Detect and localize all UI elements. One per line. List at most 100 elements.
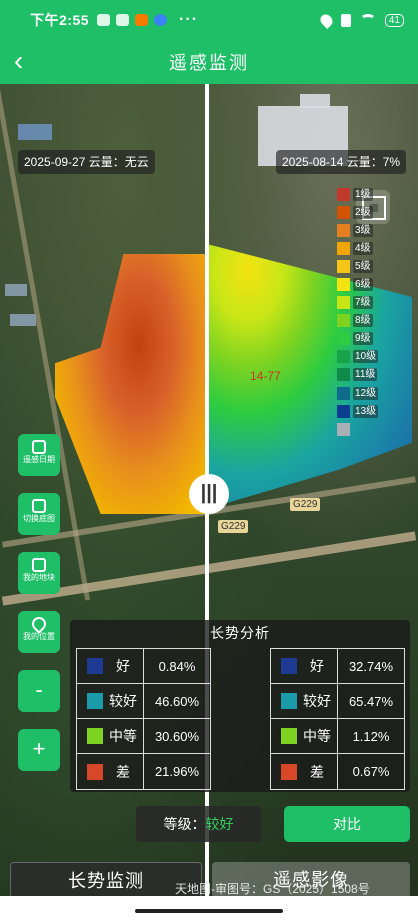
legend-swatch bbox=[337, 422, 350, 436]
page-title: 遥感监测 bbox=[169, 53, 249, 73]
legend-item: 13级 bbox=[337, 402, 383, 420]
table-row: 中等 30.60% bbox=[77, 719, 210, 754]
legend-swatch bbox=[337, 350, 350, 364]
legend-label: 9级 bbox=[353, 332, 373, 346]
legend-item: 12级 bbox=[337, 384, 383, 402]
grade-percentage: 0.84% bbox=[143, 649, 210, 683]
legend-label: 1级 bbox=[353, 187, 373, 201]
field-icon bbox=[32, 558, 46, 572]
mute-icon bbox=[97, 14, 111, 26]
legend-swatch bbox=[337, 386, 350, 400]
table-row: 差 21.96% bbox=[77, 754, 210, 789]
legend-label: 13级 bbox=[353, 404, 379, 418]
legend-label: 7级 bbox=[353, 296, 373, 310]
legend-swatch bbox=[337, 404, 350, 418]
location-status-icon bbox=[317, 11, 335, 29]
map-building bbox=[5, 284, 27, 296]
legend-swatch bbox=[337, 278, 350, 292]
legend-swatch bbox=[337, 368, 350, 382]
legend-swatch bbox=[337, 205, 350, 219]
switch-basemap-button[interactable]: 切换底图 bbox=[18, 493, 60, 535]
legend-label: 2级 bbox=[353, 205, 373, 219]
legend-swatch bbox=[337, 187, 350, 201]
grade-swatch bbox=[87, 763, 103, 780]
legend-label: 3级 bbox=[353, 223, 373, 237]
back-button[interactable]: ‹ bbox=[14, 47, 42, 76]
compare-button[interactable]: 对比 bbox=[284, 806, 410, 842]
legend-item: 6级 bbox=[337, 275, 383, 293]
table-row: 差 0.67% bbox=[271, 754, 404, 789]
table-row: 好 0.84% bbox=[77, 649, 210, 684]
grade-swatch bbox=[281, 658, 297, 674]
legend-swatch bbox=[337, 332, 350, 346]
grade-percentage: 21.96% bbox=[143, 754, 210, 789]
legend-item: 2级 bbox=[337, 203, 383, 221]
grade-percentage: 46.60% bbox=[143, 684, 210, 718]
legend-item: 3级 bbox=[337, 221, 383, 239]
left-image-date: 2025-09-27 云量：无云 bbox=[18, 150, 155, 174]
legend-swatch bbox=[337, 259, 350, 273]
zoom-in-button[interactable]: + bbox=[18, 729, 60, 771]
my-fields-label: 我的地块 bbox=[23, 573, 55, 582]
growth-table-left: 好 0.84% 较好 46.60% 中等 30.60% 差 21.96% bbox=[76, 648, 211, 790]
grade-percentage: 30.60% bbox=[143, 719, 210, 753]
legend-label: 8级 bbox=[353, 314, 373, 328]
switch-basemap-label: 切换底图 bbox=[23, 514, 55, 523]
grade-name: 差 bbox=[116, 763, 130, 780]
my-fields-button[interactable]: 我的地块 bbox=[18, 552, 60, 594]
legend-item bbox=[337, 420, 383, 438]
grade-percentage: 0.67% bbox=[337, 754, 404, 789]
legend-label: 10级 bbox=[353, 350, 379, 364]
legend-item: 1级 bbox=[337, 185, 383, 203]
grade-name: 好 bbox=[310, 658, 324, 674]
grade-swatch bbox=[87, 693, 103, 709]
map-copyright: 天地图-审图号：GS（2025）1508号 bbox=[175, 882, 370, 896]
legend-label: 11级 bbox=[353, 368, 378, 382]
grade-label: 等级： bbox=[163, 816, 206, 832]
legend-label: 12级 bbox=[353, 386, 379, 400]
grade-name: 较好 bbox=[303, 693, 331, 709]
app-notification-icon bbox=[154, 14, 168, 26]
my-location-button[interactable]: 我的位置 bbox=[18, 611, 60, 653]
battery-icon: 41 bbox=[384, 13, 404, 27]
table-row: 好 32.74% bbox=[271, 649, 404, 684]
growth-table-right: 好 32.74% 较好 65.47% 中等 1.12% 差 0.67% bbox=[270, 648, 405, 790]
map-building bbox=[10, 314, 36, 326]
notification-icons bbox=[97, 14, 168, 26]
growth-overlay-left bbox=[55, 254, 207, 514]
grade-name: 较好 bbox=[109, 693, 137, 709]
mi-app-icon bbox=[135, 14, 149, 26]
compare-slider-handle[interactable]: ||| bbox=[189, 474, 229, 514]
right-image-date: 2025-08-14 云量：7% bbox=[276, 150, 407, 174]
grade-display: 等级：较好 bbox=[136, 806, 261, 842]
map-building bbox=[300, 94, 330, 108]
legend-item: 9级 bbox=[337, 330, 383, 348]
road-label: G229 bbox=[290, 498, 321, 511]
growth-analysis-title: 长势分析 bbox=[210, 625, 270, 641]
grade-name: 中等 bbox=[109, 728, 137, 744]
grade-name: 中等 bbox=[303, 728, 331, 744]
nav-bar: ‹ 遥感监测 bbox=[0, 40, 418, 84]
legend-swatch bbox=[337, 296, 350, 310]
status-time: 下午2:55 bbox=[30, 12, 90, 28]
remote-sensing-date-label: 遥感日期 bbox=[23, 455, 55, 464]
zoom-out-button[interactable]: - bbox=[18, 670, 60, 712]
grade-value: 较好 bbox=[205, 816, 234, 832]
grade-swatch bbox=[281, 728, 297, 744]
home-indicator[interactable] bbox=[135, 909, 283, 913]
grade-name: 差 bbox=[310, 763, 324, 780]
legend-swatch bbox=[337, 223, 350, 237]
status-bar: 下午2:55 ··· 41 bbox=[0, 0, 418, 40]
growth-analysis-panel: 长势分析 好 0.84% 较好 46.60% 中等 30.60% 差 21.96% 好 32.7… bbox=[70, 620, 410, 792]
sim-icon bbox=[340, 13, 351, 27]
wifi-icon bbox=[359, 14, 376, 26]
field-id-label: 14-77 bbox=[250, 369, 281, 383]
legend-item: 8级 bbox=[337, 312, 383, 330]
system-home-bar bbox=[0, 896, 418, 924]
road-label: G229 bbox=[218, 520, 249, 533]
remote-sensing-date-button[interactable]: 遥感日期 bbox=[18, 434, 60, 476]
grade-swatch bbox=[87, 658, 103, 674]
legend-item: 5级 bbox=[337, 257, 383, 275]
tab-growth-monitoring[interactable]: 长势监测 bbox=[10, 862, 202, 898]
layers-icon bbox=[32, 499, 46, 513]
